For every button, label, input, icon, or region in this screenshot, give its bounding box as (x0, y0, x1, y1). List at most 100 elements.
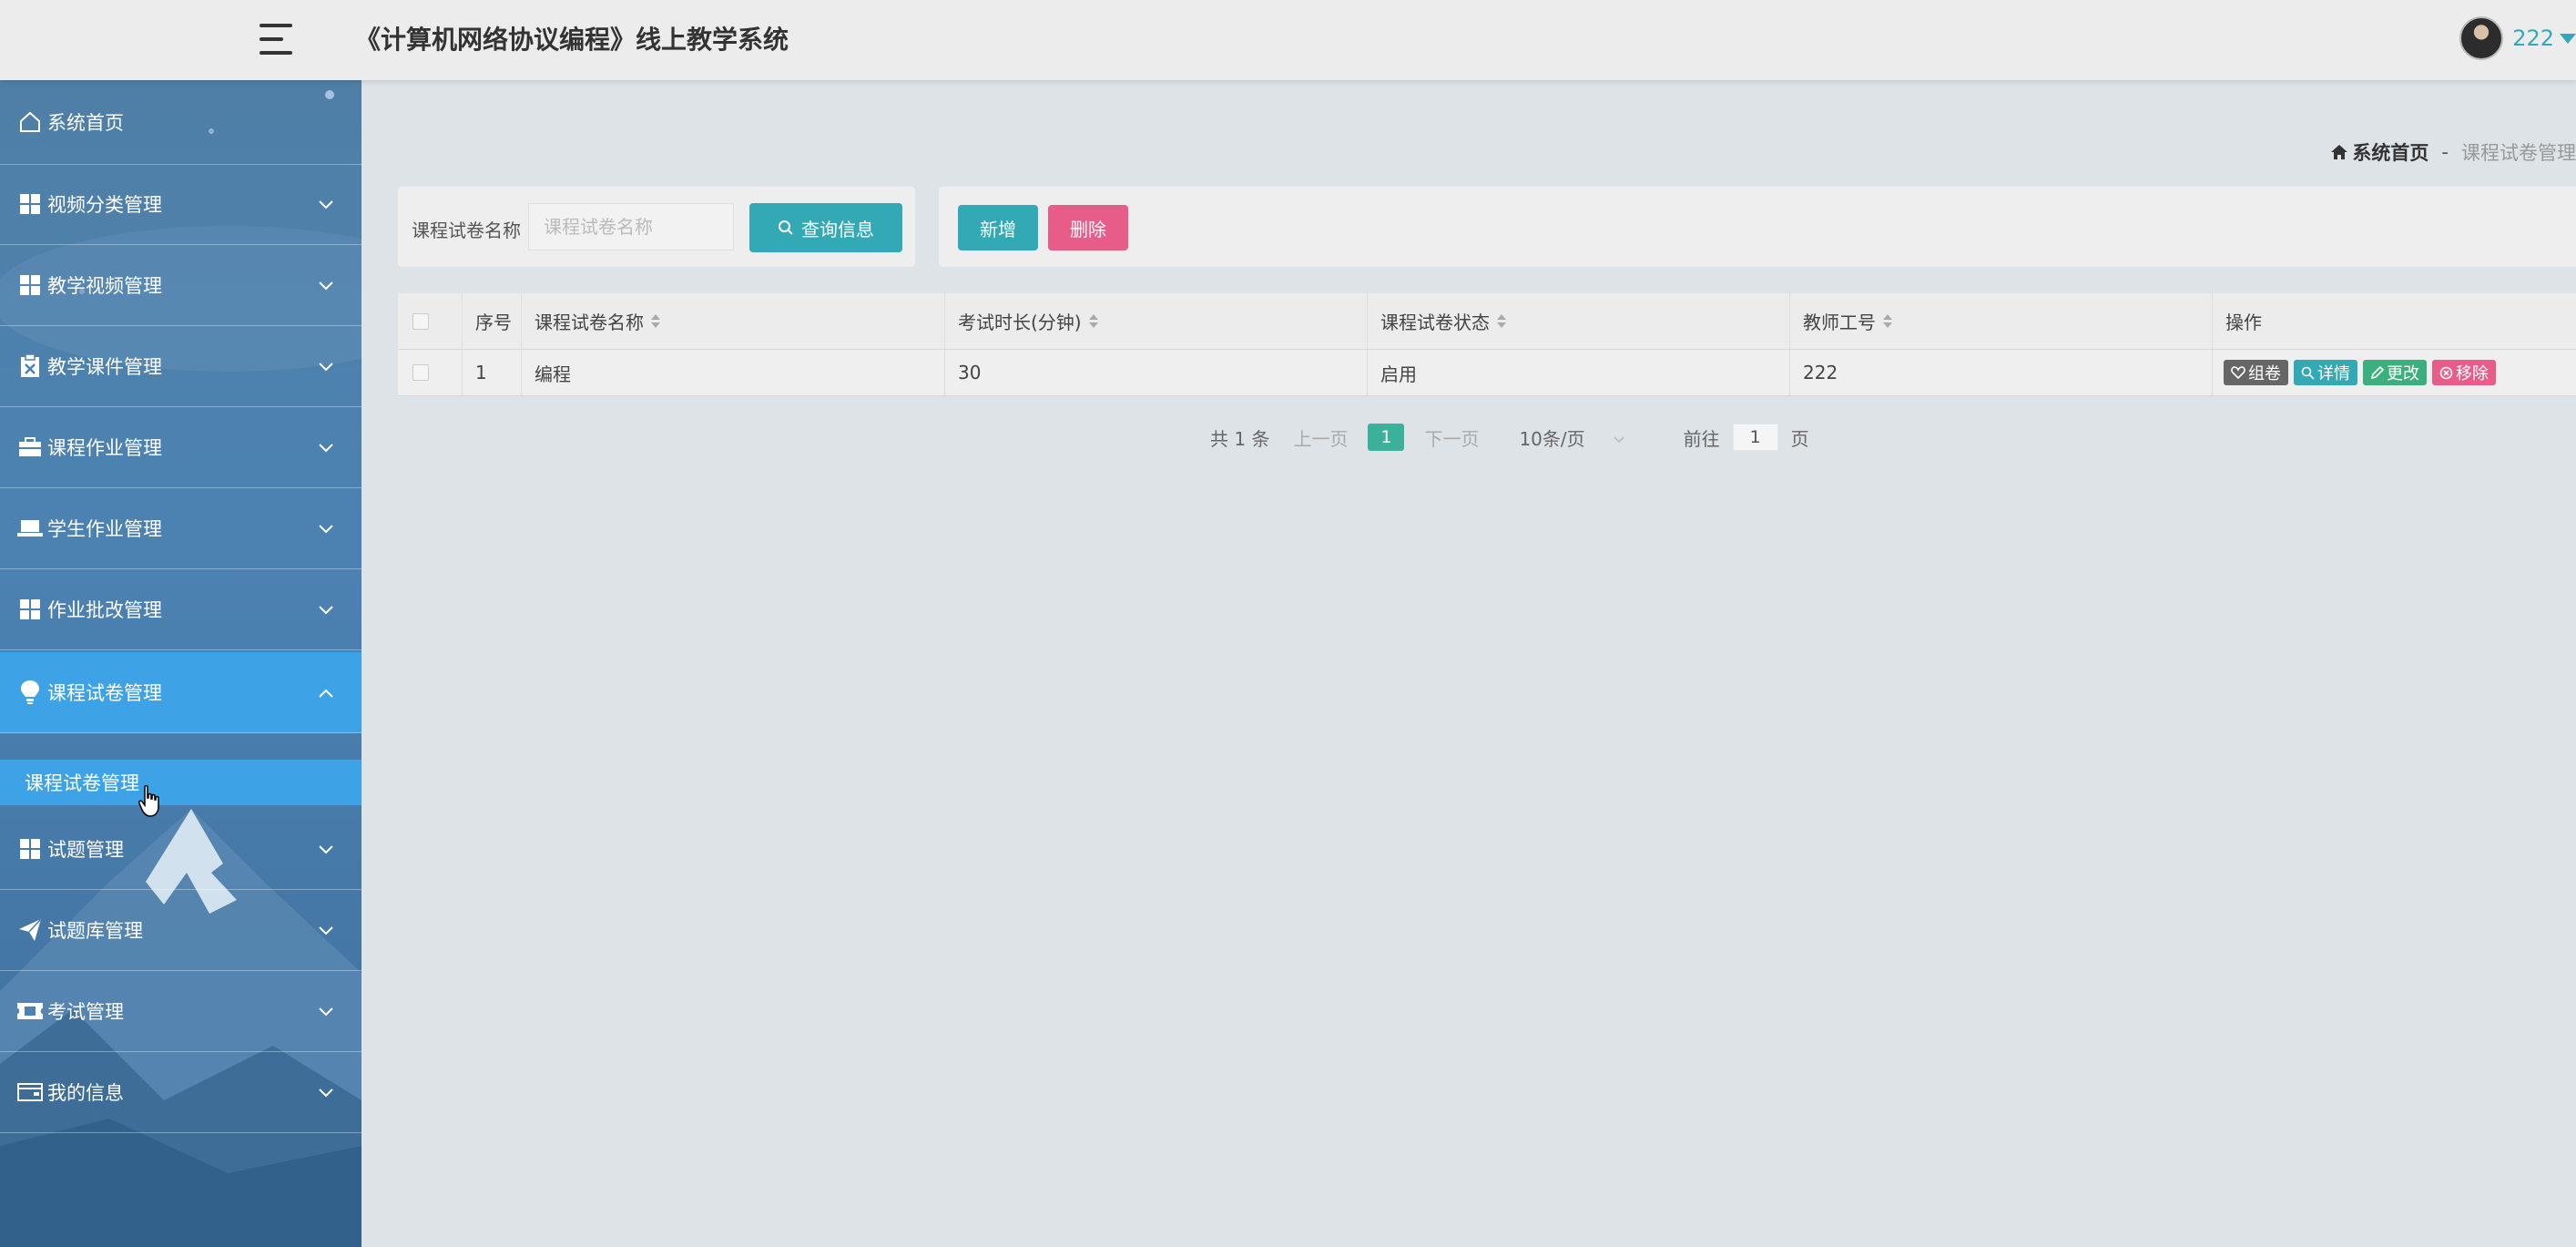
cell-status: 启用 (1367, 350, 1789, 395)
page-size-select[interactable]: 10条/页 (1519, 424, 1624, 451)
search-input[interactable] (528, 203, 734, 250)
compose-paper-button[interactable]: 组卷 (2224, 360, 2288, 385)
sidebar-item-label: 我的信息 (47, 1082, 124, 1104)
column-header-duration[interactable]: 考试时长(分钟) (944, 293, 1367, 349)
sidebar-item-label: 试题管理 (47, 839, 124, 861)
pagination: 共 1 条 上一页 1 下一页 10条/页 前往 页 (1210, 421, 1809, 454)
goto-suffix: 页 (1790, 427, 1809, 450)
chevron-down-icon (318, 1081, 334, 1103)
chevron-down-icon (1613, 426, 1625, 448)
row-checkbox[interactable] (398, 350, 462, 395)
data-table: 序号 课程试卷名称 考试时长(分钟) 课程试卷状态 教师工号 操作 1 编程 3… (398, 293, 2576, 396)
pagination-total: 共 1 条 (1210, 427, 1270, 450)
add-button[interactable]: 新增 (958, 205, 1038, 250)
select-all-checkbox[interactable] (398, 293, 462, 349)
sidebar-item-label: 作业批改管理 (47, 599, 162, 621)
column-header-actions: 操作 (2212, 293, 2576, 349)
sidebar-item-label: 试题库管理 (47, 920, 143, 942)
sidebar-item-homework-review[interactable]: 作业批改管理 (0, 569, 361, 650)
sidebar-item-label: 考试管理 (47, 1001, 124, 1023)
breadcrumb-current: 课程试卷管理 (2461, 142, 2576, 164)
close-circle-icon (2439, 366, 2453, 379)
delete-button[interactable]: 删除 (1048, 205, 1128, 250)
cell-index: 1 (462, 350, 521, 395)
sort-icon[interactable] (1497, 314, 1506, 328)
cell-actions: 组卷 详情 更改 移除 (2212, 350, 2576, 395)
sidebar-item-home[interactable]: 系统首页 (0, 80, 361, 165)
chevron-down-icon (318, 1000, 334, 1022)
goto-prefix: 前往 (1683, 427, 1720, 450)
grid-icon (16, 271, 44, 299)
column-header-status[interactable]: 课程试卷状态 (1367, 293, 1789, 349)
send-icon (16, 916, 44, 944)
column-header-teacher-id[interactable]: 教师工号 (1789, 293, 2212, 349)
query-button[interactable]: 查询信息 (749, 203, 902, 252)
pencil-icon (2370, 365, 2384, 379)
sidebar-item-label: 课程试卷管理 (47, 682, 162, 704)
grid-icon (16, 596, 44, 623)
caret-down-icon[interactable] (2560, 33, 2576, 44)
breadcrumb-separator: - (2441, 141, 2449, 163)
sidebar-item-label: 教学课件管理 (47, 356, 162, 378)
cell-teacher-id: 222 (1789, 350, 2212, 395)
prev-page-button[interactable]: 上一页 (1293, 424, 1348, 451)
next-page-button[interactable]: 下一页 (1424, 424, 1479, 451)
sidebar-item-course-homework[interactable]: 课程作业管理 (0, 407, 361, 488)
search-label: 课程试卷名称 (412, 220, 521, 241)
cell-name: 编程 (521, 350, 944, 395)
chevron-down-icon (318, 355, 334, 377)
detail-button[interactable]: 详情 (2294, 360, 2357, 385)
chevron-up-icon (318, 681, 334, 703)
bulb-icon (16, 679, 44, 706)
remove-button[interactable]: 移除 (2432, 360, 2496, 385)
search-icon (2301, 366, 2315, 380)
sidebar-item-course-exam-paper[interactable]: 课程试卷管理 (0, 652, 361, 733)
page-size-value: 10条/页 (1519, 427, 1585, 450)
breadcrumb-home-label: 系统首页 (2352, 142, 2429, 164)
table-header-row: 序号 课程试卷名称 考试时长(分钟) 课程试卷状态 教师工号 操作 (398, 293, 2576, 350)
sidebar-item-label: 教学视频管理 (47, 275, 162, 297)
chevron-down-icon (318, 838, 334, 860)
column-header-name[interactable]: 课程试卷名称 (521, 293, 944, 349)
sidebar-item-my-info[interactable]: 我的信息 (0, 1052, 361, 1133)
breadcrumb-home[interactable]: 系统首页 (2330, 138, 2428, 166)
avatar[interactable] (2459, 16, 2504, 60)
grid-icon (16, 190, 44, 218)
page-number-button[interactable]: 1 (1368, 424, 1405, 451)
laptop-icon (16, 515, 44, 542)
sidebar-item-question-bank[interactable]: 试题库管理 (0, 890, 361, 971)
sort-icon[interactable] (1088, 314, 1098, 328)
grid-icon (16, 835, 44, 863)
sidebar-item-label: 视频分类管理 (47, 194, 162, 216)
sidebar-item-video-category[interactable]: 视频分类管理 (0, 164, 361, 245)
chevron-down-icon (318, 436, 334, 458)
sidebar-item-student-homework[interactable]: 学生作业管理 (0, 488, 361, 569)
sidebar-item-courseware[interactable]: 教学课件管理 (0, 326, 361, 407)
user-menu[interactable]: 222 (2459, 16, 2576, 60)
goto-page-input[interactable] (1732, 424, 1778, 451)
search-icon (779, 220, 793, 235)
sort-icon[interactable] (1883, 314, 1892, 328)
edit-button[interactable]: 更改 (2363, 360, 2427, 385)
chevron-down-icon (318, 517, 334, 539)
chevron-down-icon (318, 274, 334, 296)
sidebar-item-label: 课程作业管理 (47, 437, 162, 459)
sort-icon[interactable] (651, 314, 660, 328)
sidebar-item-questions[interactable]: 试题管理 (0, 809, 361, 890)
sidebar-subitem-course-exam-paper[interactable]: 课程试卷管理 (0, 760, 361, 805)
action-panel: 新增 删除 (939, 187, 2576, 267)
chevron-down-icon (318, 193, 334, 215)
menu-toggle-icon[interactable] (260, 24, 296, 55)
chevron-down-icon (318, 919, 334, 941)
heart-icon (2231, 366, 2245, 379)
sidebar-item-exam[interactable]: 考试管理 (0, 971, 361, 1052)
cell-duration: 30 (944, 350, 1367, 395)
top-header: 《计算机网络协议编程》线上教学系统 222 (0, 0, 2576, 80)
sidebar-item-label: 学生作业管理 (47, 518, 162, 540)
sidebar-item-label: 系统首页 (47, 112, 124, 134)
clipboard-icon (16, 353, 44, 380)
sidebar-item-teaching-video[interactable]: 教学视频管理 (0, 245, 361, 326)
ticket-icon (16, 997, 44, 1025)
user-name[interactable]: 222 (2512, 26, 2554, 51)
home-icon (2331, 145, 2348, 159)
